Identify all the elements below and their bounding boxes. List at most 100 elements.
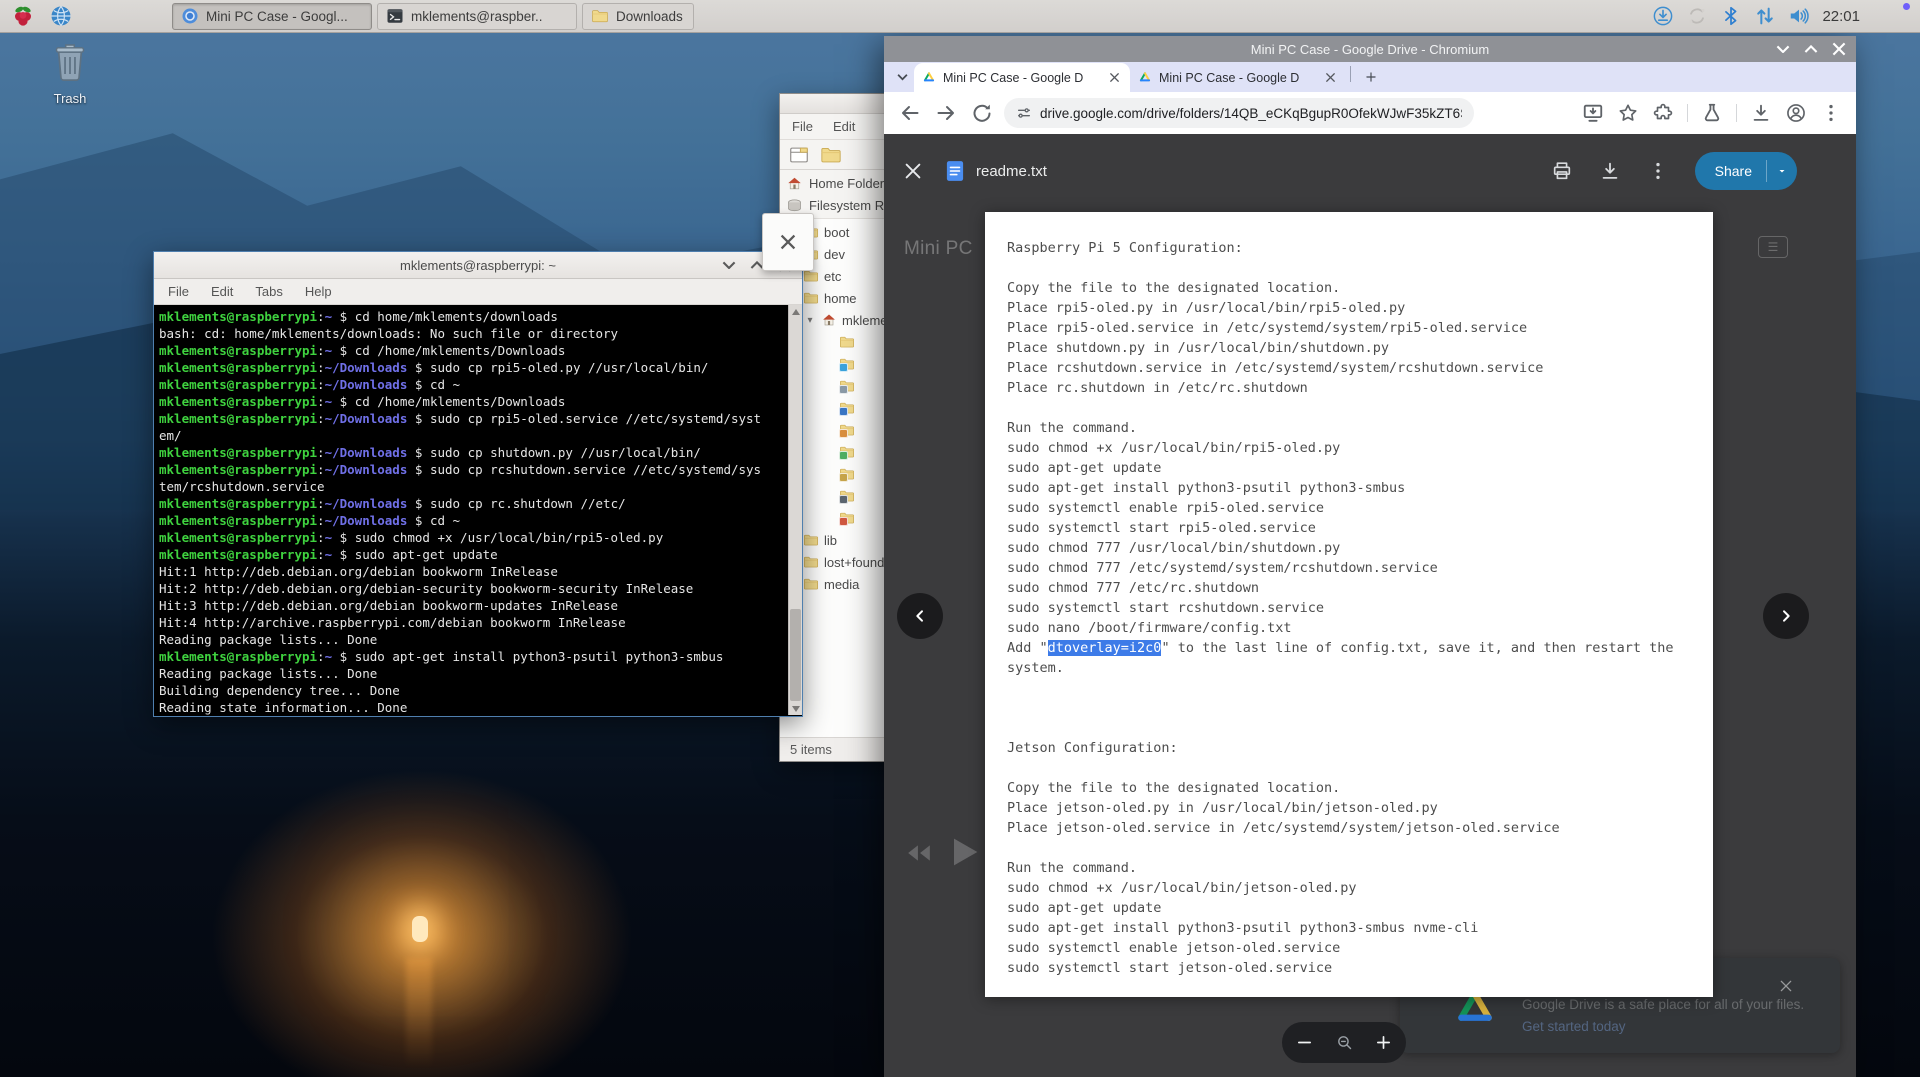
trash-desktop-icon[interactable]: Trash: [30, 42, 110, 106]
updates-icon[interactable]: [1652, 5, 1674, 27]
volume-icon[interactable]: [1788, 5, 1810, 27]
document-line: sudo apt-get update: [1007, 458, 1691, 478]
save-page-icon[interactable]: [1582, 102, 1604, 124]
kebab-icon[interactable]: [1820, 102, 1842, 124]
terminal-minimize-button[interactable]: [722, 258, 736, 272]
list-view-ghost-icon: ☰: [1758, 236, 1788, 258]
folder-templates-emblem: [839, 495, 848, 504]
scroll-up-arrow[interactable]: [789, 305, 803, 318]
taskbar-window-button[interactable]: Mini PC Case - Googl...: [172, 3, 372, 30]
magnifier-icon[interactable]: [1336, 1034, 1353, 1051]
expander-expanded-icon[interactable]: ▾: [804, 315, 816, 326]
preview-close-button[interactable]: [902, 160, 924, 182]
terminal-line: mklements@raspberrypi:~/Downloads $ cd ~: [159, 512, 786, 529]
terminal-menu-tabs[interactable]: Tabs: [255, 284, 282, 299]
toast-dismiss-icon[interactable]: [1778, 978, 1794, 994]
terminal-line: mklements@raspberrypi:~/Downloads $ sudo…: [159, 410, 786, 427]
file-manager-menu-edit[interactable]: Edit: [833, 119, 855, 134]
download-icon[interactable]: [1599, 160, 1621, 182]
previous-file-button[interactable]: [897, 593, 943, 639]
sync-icon[interactable]: [1686, 5, 1708, 27]
taskbar-window-button[interactable]: Downloads: [582, 3, 694, 30]
zoom-out-icon[interactable]: [1296, 1034, 1313, 1051]
extensions-icon[interactable]: [1652, 102, 1674, 124]
scrollbar-thumb[interactable]: [790, 609, 801, 701]
terminal-scrollbar[interactable]: [788, 305, 802, 715]
chromium-minimize-button[interactable]: [1776, 42, 1790, 56]
wallpaper-lantern: [412, 916, 428, 942]
file-manager-menu-file[interactable]: File: [792, 119, 813, 134]
print-icon[interactable]: [1551, 160, 1573, 182]
scroll-down-arrow[interactable]: [789, 702, 803, 715]
chromium-titlebar[interactable]: Mini PC Case - Google Drive - Chromium: [884, 36, 1856, 62]
tab-close-icon[interactable]: [1107, 70, 1122, 85]
popup-close-button[interactable]: [780, 234, 796, 250]
sidebar-item-label: Home Folder: [809, 176, 884, 191]
terminal-line: mklements@raspberrypi:~/Downloads $ sudo…: [159, 359, 786, 376]
chromium-maximize-button[interactable]: [1804, 42, 1818, 56]
bluetooth-icon[interactable]: [1720, 5, 1742, 27]
document-line: [1007, 678, 1691, 698]
document-line: [1007, 258, 1691, 278]
document-line: [1007, 398, 1691, 418]
terminal-menubar: File Edit Tabs Help: [154, 279, 802, 305]
url-text: drive.google.com/drive/folders/14QB_eCKq…: [1040, 106, 1462, 121]
new-window-icon[interactable]: [788, 144, 810, 166]
back-icon[interactable]: [898, 101, 922, 125]
taskbar-window-button[interactable]: mklements@raspber..: [377, 3, 577, 30]
network-arrows-icon[interactable]: [1754, 5, 1776, 27]
share-dropdown-button[interactable]: [1767, 152, 1797, 190]
document-line: sudo systemctl start rcshutdown.service: [1007, 598, 1691, 618]
document-line: Place jetson-oled.service in /etc/system…: [1007, 818, 1691, 838]
tree-item-label: lib: [824, 533, 837, 548]
browser-tab[interactable]: Mini PC Case - Google D: [1130, 63, 1346, 92]
reload-icon[interactable]: [970, 101, 994, 125]
terminal-line: mklements@raspberrypi:~ $ cd /home/mklem…: [159, 342, 786, 359]
taskbar-clock[interactable]: 22:01: [1822, 8, 1860, 25]
terminal-menu-edit[interactable]: Edit: [211, 284, 233, 299]
folder-icon: [802, 532, 820, 548]
profile-icon[interactable]: [1785, 102, 1807, 124]
chromium-window: Mini PC Case - Google Drive - Chromium M…: [884, 36, 1856, 1077]
more-options-icon[interactable]: [1647, 160, 1669, 182]
raspberry-menu-launcher[interactable]: [8, 2, 38, 30]
next-file-button[interactable]: [1763, 593, 1809, 639]
zoom-in-icon[interactable]: [1375, 1034, 1392, 1051]
taskbar: Mini PC Case - Googl...mklements@raspber…: [0, 0, 1920, 33]
terminal-menu-help[interactable]: Help: [305, 284, 332, 299]
document-line: sudo chmod 777 /etc/rc.shutdown: [1007, 578, 1691, 598]
folder-videos-icon: [838, 510, 856, 526]
bookmark-star-icon[interactable]: [1617, 102, 1639, 124]
browser-tab[interactable]: Mini PC Case - Google D: [914, 63, 1130, 92]
folder-music-emblem: [839, 429, 848, 438]
tree-item-label: lost+found: [824, 555, 884, 570]
tab-search-button[interactable]: [890, 65, 914, 89]
chromium-tabstrip: Mini PC Case - Google DMini PC Case - Go…: [884, 62, 1856, 92]
chromium-close-button[interactable]: [1832, 42, 1846, 56]
preview-filename: readme.txt: [976, 163, 1047, 180]
terminal-icon: [125, 4, 149, 28]
chevron-down-icon: [897, 73, 908, 81]
tab-close-icon[interactable]: [1323, 70, 1338, 85]
folder-icon: [802, 290, 820, 306]
terminal-launcher[interactable]: [122, 2, 152, 30]
share-button[interactable]: Share: [1695, 152, 1797, 190]
document-line: Copy the file to the designated location…: [1007, 278, 1691, 298]
address-bar[interactable]: drive.google.com/drive/folders/14QB_eCKq…: [1004, 98, 1474, 128]
file-manager-launcher[interactable]: [84, 2, 114, 30]
document-line: Add "dtoverlay=i2c0" to the last line of…: [1007, 638, 1691, 658]
chevron-left-icon: [912, 608, 928, 624]
folder-icon[interactable]: [820, 144, 842, 166]
new-tab-button[interactable]: [1359, 65, 1383, 89]
download-icon[interactable]: [1750, 102, 1772, 124]
terminal-menu-file[interactable]: File: [168, 284, 189, 299]
site-settings-icon[interactable]: [1016, 105, 1032, 121]
terminal-titlebar[interactable]: mklements@raspberrypi: ~: [154, 252, 802, 279]
chevron-down-icon: [1776, 45, 1790, 53]
zoom-controls: [1282, 1022, 1406, 1063]
toast-action-link[interactable]: Get started today: [1522, 1016, 1804, 1038]
labs-flask-icon[interactable]: [1701, 102, 1723, 124]
web-browser-launcher[interactable]: [46, 2, 76, 30]
terminal-line: Hit:4 http://archive.raspberrypi.com/deb…: [159, 614, 786, 631]
forward-icon[interactable]: [934, 101, 958, 125]
